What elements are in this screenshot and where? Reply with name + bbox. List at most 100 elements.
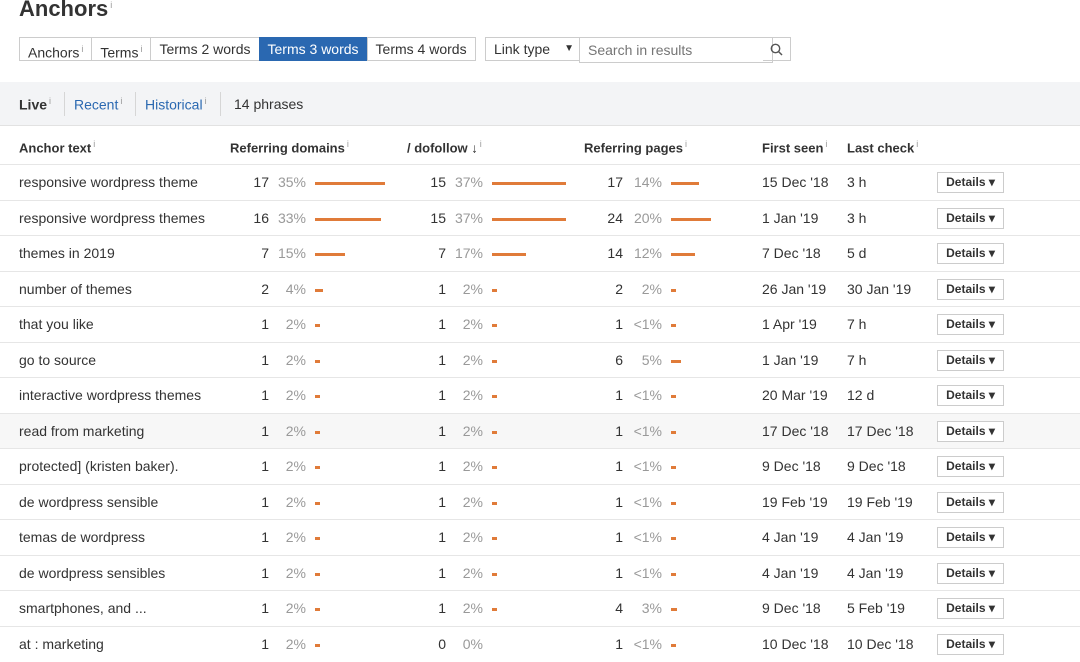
referring-pages-count: 1 [615, 494, 623, 510]
last-check: 7 h [847, 352, 867, 368]
details-button[interactable]: Details ▾ [937, 243, 1004, 264]
last-check: 19 Feb '19 [847, 494, 913, 510]
last-check: 30 Jan '19 [847, 281, 912, 297]
table-row: temas de wordpress 1 2% 1 2% 1 <1% 4 Jan '19 4 J… [0, 519, 1080, 555]
last-check: 3 h [847, 210, 867, 226]
referring-domains-bar [315, 502, 320, 505]
referring-domains-bar [315, 644, 320, 647]
tab-label: Terms [100, 44, 139, 61]
header-referring-domains[interactable]: Referring domains i [230, 139, 349, 155]
referring-domains-bar [315, 289, 323, 292]
info-icon[interactable]: i [140, 44, 142, 54]
details-button[interactable]: Details ▾ [937, 172, 1004, 193]
dofollow-percent: 2% [462, 316, 483, 332]
dofollow-count: 1 [438, 458, 446, 474]
details-button[interactable]: Details ▾ [937, 527, 1004, 548]
referring-domains-bar [315, 360, 320, 363]
tab-bar: Anchors i Terms i Terms 2 words Terms 3 words… [19, 37, 476, 61]
tab-terms-3-words[interactable]: Terms 3 words [258, 37, 368, 61]
details-button[interactable]: Details ▾ [937, 456, 1004, 477]
divider [64, 92, 65, 116]
info-icon[interactable]: i [81, 44, 83, 54]
details-button[interactable]: Details ▾ [937, 598, 1004, 619]
chevron-down-icon: ▼ [564, 43, 574, 54]
header-referring-pages[interactable]: Referring pages i [584, 139, 687, 155]
anchor-text: read from marketing [19, 423, 145, 439]
referring-pages-percent: 3% [641, 600, 662, 616]
referring-domains-count: 1 [261, 316, 269, 332]
details-button[interactable]: Details ▾ [937, 492, 1004, 513]
details-button[interactable]: Details ▾ [937, 563, 1004, 584]
tab-anchors[interactable]: Anchors i [19, 37, 93, 61]
dofollow-percent: 2% [462, 458, 483, 474]
table-row: responsive wordpress theme 17 35% 15 37% 17 14… [0, 164, 1080, 200]
referring-domains-percent: 2% [285, 387, 306, 403]
referring-domains-percent: 4% [285, 281, 306, 297]
dofollow-bar [492, 360, 497, 363]
search-input[interactable] [579, 37, 773, 63]
referring-domains-bar [315, 218, 381, 221]
dofollow-percent: 2% [462, 600, 483, 616]
referring-domains-percent: 2% [285, 352, 306, 368]
referring-pages-count: 17 [607, 174, 623, 190]
anchor-text: go to source [19, 352, 97, 368]
dofollow-bar [492, 218, 566, 221]
details-button[interactable]: Details ▾ [937, 279, 1004, 300]
referring-domains-count: 1 [261, 387, 269, 403]
referring-domains-count: 1 [261, 352, 269, 368]
last-check: 5 d [847, 245, 867, 261]
tab-terms[interactable]: Terms i [91, 37, 152, 61]
details-button[interactable]: Details ▾ [937, 350, 1004, 371]
referring-domains-percent: 2% [285, 494, 306, 510]
dofollow-bar [492, 466, 497, 469]
table-row: interactive wordpress themes 1 2% 1 2% 1 <1% 20… [0, 377, 1080, 413]
last-check: 3 h [847, 174, 867, 190]
last-check: 9 Dec '18 [847, 458, 906, 474]
referring-pages-bar [671, 218, 711, 221]
first-seen: 1 Jan '19 [762, 352, 819, 368]
dofollow-count: 1 [438, 387, 446, 403]
referring-domains-count: 2 [261, 281, 269, 297]
header-anchor-text[interactable]: Anchor text i [19, 139, 95, 155]
referring-pages-count: 4 [615, 600, 623, 616]
referring-pages-bar [671, 289, 676, 292]
details-button[interactable]: Details ▾ [937, 385, 1004, 406]
tab-terms-4-words[interactable]: Terms 4 words [366, 37, 476, 61]
tab-live[interactable]: Live i [19, 96, 51, 113]
details-button[interactable]: Details ▾ [937, 421, 1004, 442]
dofollow-percent: 2% [462, 423, 483, 439]
header-dofollow[interactable]: / dofollow ↓ i [407, 139, 482, 155]
tab-terms-2-words[interactable]: Terms 2 words [150, 37, 260, 61]
header-first-seen[interactable]: First seen i [762, 139, 827, 155]
tab-recent[interactable]: Recent i [74, 96, 122, 113]
referring-pages-percent: 5% [641, 352, 662, 368]
details-button[interactable]: Details ▾ [937, 208, 1004, 229]
search-button[interactable] [763, 37, 791, 61]
dofollow-bar [492, 289, 497, 292]
referring-pages-bar [671, 324, 676, 327]
info-icon[interactable]: i [110, 0, 112, 10]
tab-historical[interactable]: Historical i [145, 96, 207, 113]
referring-domains-bar [315, 395, 320, 398]
dofollow-count: 1 [438, 565, 446, 581]
referring-domains-percent: 33% [277, 210, 306, 226]
referring-domains-percent: 15% [277, 245, 306, 261]
first-seen: 1 Jan '19 [762, 210, 819, 226]
header-last-check[interactable]: Last check i [847, 139, 918, 155]
referring-domains-percent: 2% [285, 423, 306, 439]
first-seen: 9 Dec '18 [762, 600, 821, 616]
referring-domains-bar [315, 537, 320, 540]
details-button[interactable]: Details ▾ [937, 314, 1004, 335]
referring-pages-percent: <1% [633, 316, 662, 332]
anchor-text: de wordpress sensible [19, 494, 159, 510]
table-row: de wordpress sensible 1 2% 1 2% 1 <1% 19 Feb '1… [0, 484, 1080, 520]
table-row: responsive wordpress themes 16 33% 15 37% 24 2… [0, 200, 1080, 236]
dofollow-count: 15 [430, 174, 446, 190]
details-button[interactable]: Details ▾ [937, 634, 1004, 655]
referring-domains-count: 16 [253, 210, 269, 226]
referring-pages-bar [671, 502, 676, 505]
link-type-select[interactable]: Link type ▼ [485, 37, 581, 61]
tab-label: Anchors [28, 44, 80, 61]
table-row: themes in 2019 7 15% 7 17% 14 12% 7 Dec '18 5 d D… [0, 235, 1080, 271]
anchor-text: responsive wordpress themes [19, 210, 205, 226]
